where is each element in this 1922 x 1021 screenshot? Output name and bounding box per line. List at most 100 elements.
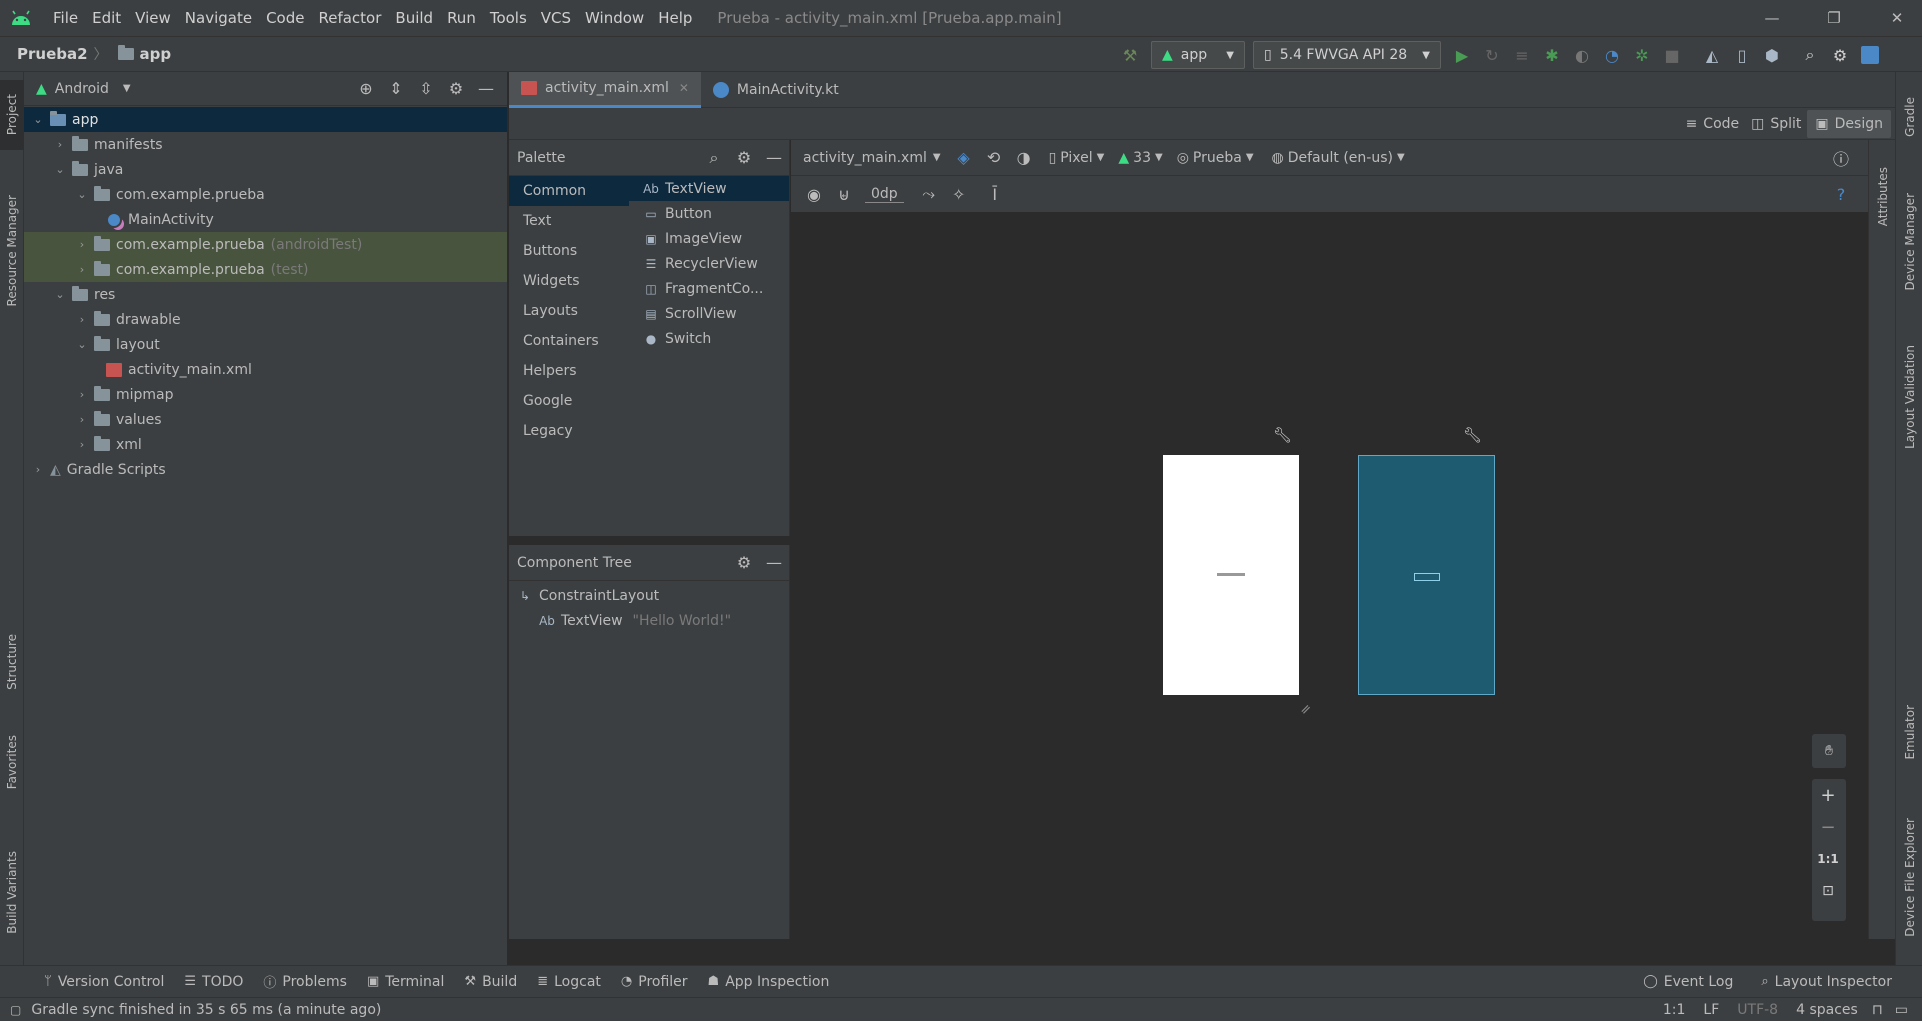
menu-tools[interactable]: Tools	[483, 9, 534, 27]
menu-window[interactable]: Window	[578, 9, 651, 27]
code-mode-button[interactable]: ≡ Code	[1686, 116, 1740, 132]
default-margin-selector[interactable]: 0dp	[865, 186, 904, 203]
baseline-icon[interactable]: Ī	[980, 179, 1010, 209]
apply-changes-icon[interactable]: ≡	[1507, 40, 1537, 70]
tab-favorites[interactable]: Favorites	[0, 722, 24, 802]
menu-vcs[interactable]: VCS	[534, 9, 578, 27]
clear-constraints-icon[interactable]: ⤳	[914, 179, 944, 209]
status-message[interactable]: Gradle sync finished in 35 s 65 ms (a mi…	[31, 1002, 381, 1018]
close-tab-icon[interactable]: ✕	[679, 81, 689, 95]
menu-run[interactable]: Run	[440, 9, 483, 27]
project-view-selector[interactable]: Android	[55, 81, 109, 97]
tab-device-file-explorer[interactable]: Device File Explorer	[1896, 802, 1922, 952]
menu-file[interactable]: File	[46, 9, 85, 27]
file-selector[interactable]: activity_main.xml	[803, 150, 927, 166]
sdk-manager-icon[interactable]: ⬢	[1757, 40, 1787, 70]
locale-selector[interactable]: Default (en-us)	[1288, 150, 1393, 166]
tree-item-java[interactable]: ⌄ java	[24, 157, 507, 182]
menu-build[interactable]: Build	[388, 9, 440, 27]
breadcrumb-module[interactable]: app	[140, 45, 172, 63]
hammer-icon[interactable]: ⚒	[1115, 40, 1145, 70]
design-canvas[interactable]: 🔧︎ 🔧︎ ═ ✋︎ + − 1:1 ⊡	[791, 212, 1868, 939]
tab-project[interactable]: Project	[0, 80, 24, 150]
gear-icon[interactable]: ⚙	[1825, 40, 1855, 70]
attach-debugger-icon[interactable]: ✲	[1627, 40, 1657, 70]
theme-selector[interactable]: Prueba	[1193, 150, 1242, 166]
menu-edit[interactable]: Edit	[85, 9, 128, 27]
tool-terminal[interactable]: ▣ Terminal	[367, 974, 444, 990]
tree-item-package-androidtest[interactable]: › com.example.prueba (androidTest)	[24, 232, 507, 257]
api-selector[interactable]: 33	[1133, 150, 1151, 166]
tool-todo[interactable]: ☰ TODO	[184, 974, 243, 990]
status-toggle-icon[interactable]: ▢	[10, 1003, 21, 1017]
tool-logcat[interactable]: ≣ Logcat	[537, 974, 601, 990]
palette-category-legacy[interactable]: Legacy	[509, 416, 629, 446]
tree-node-textview[interactable]: Ab TextView "Hello World!"	[509, 608, 789, 633]
tab-build-variants[interactable]: Build Variants	[0, 832, 24, 952]
tree-item-app[interactable]: ⌄ app	[24, 107, 507, 132]
close-window-icon[interactable]: ✕	[1874, 0, 1920, 36]
design-mode-button[interactable]: ▣ Design	[1807, 109, 1891, 138]
gradle-sync-icon[interactable]: ◭	[1697, 40, 1727, 70]
palette-category-helpers[interactable]: Helpers	[509, 356, 629, 386]
gear-icon[interactable]: ⚙	[729, 143, 759, 173]
magnet-icon[interactable]: ⊌	[829, 179, 859, 209]
run-config-combo[interactable]: ▲ app ▼	[1151, 41, 1245, 69]
orientation-icon[interactable]: ⟲	[979, 143, 1009, 173]
zoom-out-button[interactable]: −	[1812, 811, 1844, 843]
tree-item-drawable[interactable]: › drawable	[24, 307, 507, 332]
palette-item-fragment[interactable]: ◫ FragmentCo...	[629, 276, 789, 301]
chevron-down-icon[interactable]: ▼	[123, 83, 131, 94]
minimize-icon[interactable]: —	[1749, 0, 1795, 36]
help-icon[interactable]: ?	[1826, 179, 1856, 209]
collapse-all-icon[interactable]: ⇳	[411, 74, 441, 104]
coverage-icon[interactable]: ◐	[1567, 40, 1597, 70]
tree-item-mainactivity[interactable]: MainActivity	[24, 207, 507, 232]
palette-category-buttons[interactable]: Buttons	[509, 236, 629, 266]
palette-item-textview[interactable]: Ab TextView	[629, 176, 789, 201]
tool-profiler[interactable]: ◔ Profiler	[621, 974, 688, 990]
tree-item-layout[interactable]: ⌄ layout	[24, 332, 507, 357]
wrench-icon[interactable]: 🔧︎	[1463, 426, 1482, 444]
gear-icon[interactable]: ⚙	[441, 74, 471, 104]
device-selector[interactable]: Pixel	[1060, 150, 1092, 166]
tree-item-res[interactable]: ⌄ res	[24, 282, 507, 307]
menu-view[interactable]: View	[128, 9, 178, 27]
tool-version-control[interactable]: ᛘ Version Control	[44, 974, 164, 990]
tree-item-values[interactable]: › values	[24, 407, 507, 432]
menu-help[interactable]: Help	[651, 9, 699, 27]
textview-blueprint-box[interactable]	[1414, 573, 1440, 581]
hide-panel-icon[interactable]: —	[759, 548, 789, 578]
palette-category-common[interactable]: Common	[509, 176, 629, 206]
tab-emulator[interactable]: Emulator	[1896, 692, 1922, 772]
tab-layout-validation[interactable]: Layout Validation	[1896, 327, 1922, 467]
infer-constraints-icon[interactable]: ✧	[944, 179, 974, 209]
tree-item-xml[interactable]: › xml	[24, 432, 507, 457]
account-icon[interactable]	[1855, 40, 1885, 70]
tab-activity-main[interactable]: activity_main.xml ✕	[509, 71, 701, 108]
profile-icon[interactable]: ◔	[1597, 40, 1627, 70]
night-mode-icon[interactable]: ◑	[1009, 143, 1039, 173]
tab-gradle[interactable]: Gradle	[1896, 82, 1922, 152]
palette-item-scrollview[interactable]: ▤ ScrollView	[629, 301, 789, 326]
search-icon[interactable]: ⌕	[699, 143, 729, 173]
palette-item-recyclerview[interactable]: ☰ RecyclerView	[629, 251, 789, 276]
tree-item-package[interactable]: ⌄ com.example.prueba	[24, 182, 507, 207]
line-separator[interactable]: LF	[1703, 1002, 1719, 1018]
palette-item-button[interactable]: ▭ Button	[629, 201, 789, 226]
tab-resource-manager[interactable]: Resource Manager	[0, 176, 24, 326]
tool-event-log[interactable]: ◯ Event Log	[1643, 974, 1733, 990]
tool-build[interactable]: ⚒ Build	[464, 974, 517, 990]
breadcrumb-project[interactable]: Prueba2	[17, 45, 88, 63]
zoom-one-to-one-button[interactable]: 1:1	[1812, 843, 1844, 875]
memory-icon[interactable]: ▭	[1895, 1002, 1908, 1018]
pan-hand-icon[interactable]: ✋︎	[1812, 734, 1846, 768]
zoom-in-button[interactable]: +	[1812, 779, 1844, 811]
tool-layout-inspector[interactable]: ⌕ Layout Inspector	[1761, 974, 1892, 990]
palette-category-layouts[interactable]: Layouts	[509, 296, 629, 326]
tree-item-gradle-scripts[interactable]: › ◭ Gradle Scripts	[24, 457, 507, 482]
debug-icon[interactable]: ✱	[1537, 40, 1567, 70]
palette-item-imageview[interactable]: ▣ ImageView	[629, 226, 789, 251]
split-mode-button[interactable]: ◫ Split	[1751, 116, 1801, 132]
tree-item-mipmap[interactable]: › mipmap	[24, 382, 507, 407]
